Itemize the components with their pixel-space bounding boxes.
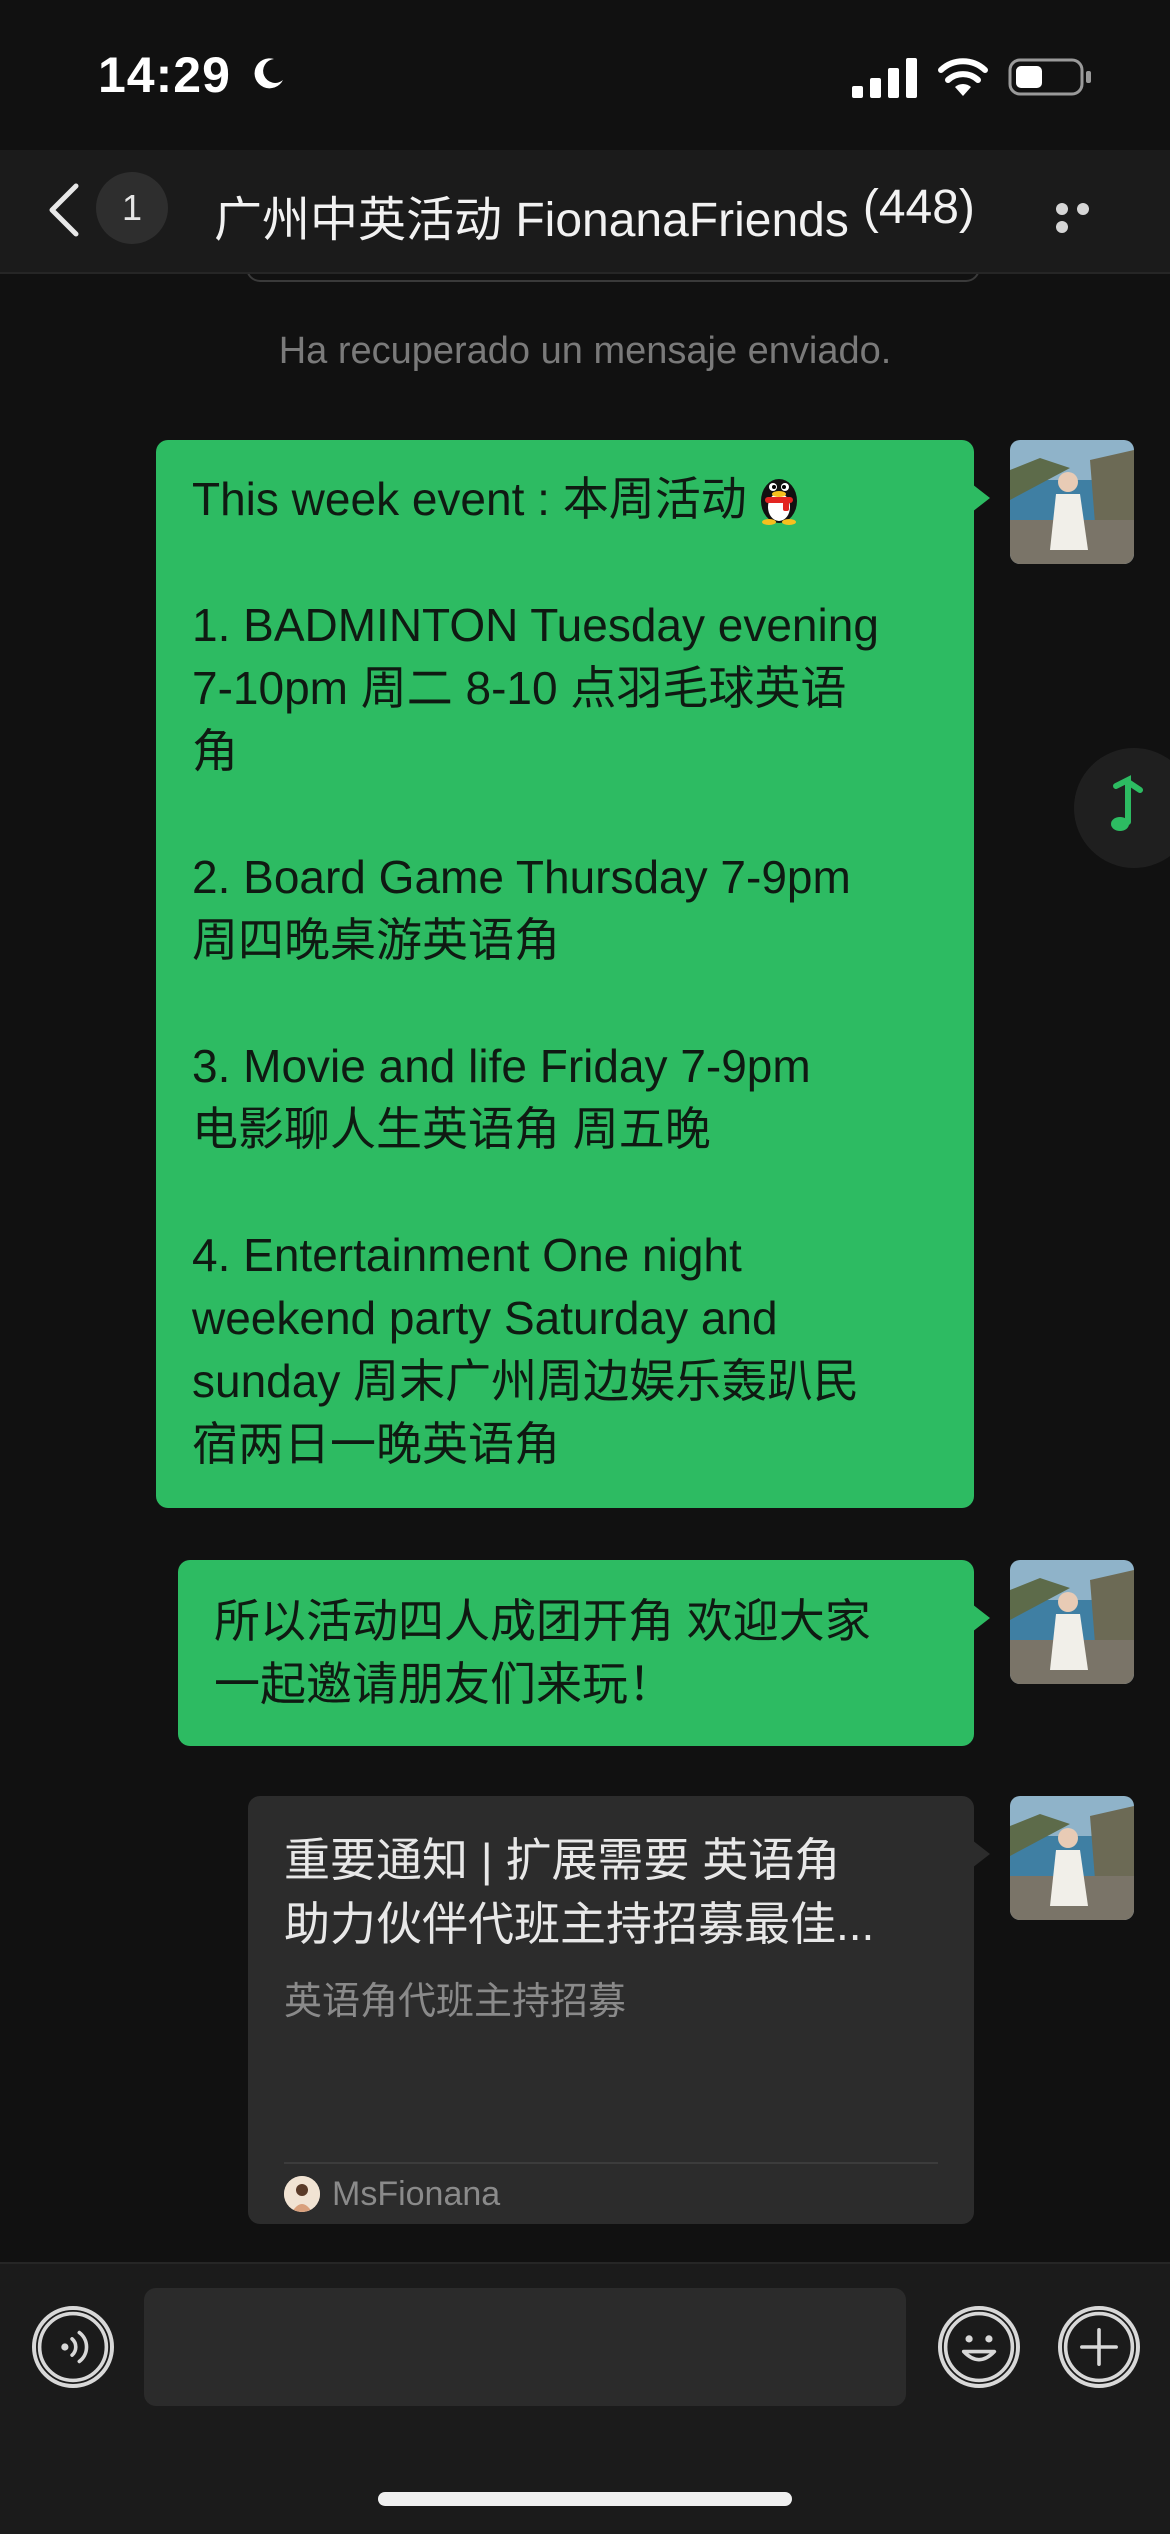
penguin-emoji-icon (760, 479, 797, 525)
chat-title-text: 广州中英活动 FionanaFriends (214, 194, 849, 247)
message-line-gap (192, 972, 938, 1035)
input-bar (0, 2262, 1170, 2534)
chat-title[interactable]: 广州中英活动 FionanaFriends (448) (214, 180, 994, 250)
chat-header: 1 广州中英活动 FionanaFriends (448) (0, 150, 1170, 274)
message-line-gap (192, 531, 938, 594)
card-title-line: 助力伙伴代班主持招募最佳... (284, 1898, 875, 1950)
card-description: 英语角代班主持招募 (284, 1981, 627, 2023)
home-indicator[interactable] (378, 2492, 792, 2506)
source-avatar (284, 2176, 320, 2212)
moon-icon (254, 58, 283, 89)
back-icon[interactable] (40, 180, 90, 240)
message-line: 3. Movie and life Friday 7-9pm (192, 1040, 811, 1092)
emoji-icon[interactable] (938, 2306, 1020, 2388)
message-line: 4. Entertainment One night (192, 1229, 742, 1281)
wifi-icon (938, 58, 988, 96)
signal-icon (852, 58, 917, 98)
unread-badge[interactable]: 1 (96, 172, 168, 244)
card-title: 重要通知 | 扩展需要 英语角 助力伙伴代班主持招募最佳... (284, 1828, 938, 1956)
avatar[interactable] (1010, 440, 1134, 564)
card-title-line: 重要通知 | 扩展需要 英语角 (284, 1834, 841, 1886)
card-source: MsFionana (284, 2162, 938, 2224)
message-input[interactable] (144, 2288, 906, 2406)
message-line: 电影聊人生英语角 周五晚 (192, 1103, 711, 1155)
message-line: sunday 周末广州周边娱乐轰趴民 (192, 1355, 860, 1407)
status-bar: 14:29 (0, 0, 1170, 150)
status-time: 14:29 (98, 47, 231, 103)
music-note-icon[interactable] (1074, 748, 1170, 868)
message-line: 角 (192, 725, 238, 777)
message-line: This week event : 本周活动 (192, 468, 938, 531)
message-line: 宿两日一晚英语角 (192, 1418, 560, 1470)
message-line-gap (192, 1161, 938, 1224)
avatar[interactable] (1010, 1560, 1134, 1684)
more-icon[interactable] (1056, 202, 1116, 233)
message-bubble[interactable]: 所以活动四人成团开角 欢迎大家 一起邀请朋友们来玩！ (178, 1560, 990, 1746)
previous-message-edge (246, 274, 980, 282)
message-line: 周四晚桌游英语角 (192, 914, 560, 966)
message-line: 一起邀请朋友们来玩！ (214, 1658, 674, 1710)
battery-icon (1008, 58, 1091, 96)
link-card[interactable]: 重要通知 | 扩展需要 英语角 助力伙伴代班主持招募最佳... 英语角代班主持招… (248, 1796, 990, 2224)
member-count: (448) (862, 181, 975, 234)
message-bubble[interactable]: This week event : 本周活动 1. BADMINTON Tues… (156, 440, 990, 1508)
avatar[interactable] (1010, 1796, 1134, 1920)
message-line: 所以活动四人成团开角 欢迎大家 (214, 1595, 871, 1647)
message-list[interactable]: Ha recuperado un mensaje enviado. This w… (0, 274, 1170, 2260)
voice-icon[interactable] (32, 2306, 114, 2388)
plus-icon[interactable] (1058, 2306, 1140, 2388)
system-message: Ha recuperado un mensaje enviado. (278, 330, 892, 372)
message-line: 7-10pm 周二 8-10 点羽毛球英语 (192, 662, 847, 714)
message-line: 1. BADMINTON Tuesday evening (192, 599, 879, 651)
message-line-gap (192, 783, 938, 846)
message-line: weekend party Saturday and (192, 1292, 778, 1344)
source-name: MsFionana (332, 2174, 501, 2213)
message-line: 2. Board Game Thursday 7-9pm (192, 851, 851, 903)
